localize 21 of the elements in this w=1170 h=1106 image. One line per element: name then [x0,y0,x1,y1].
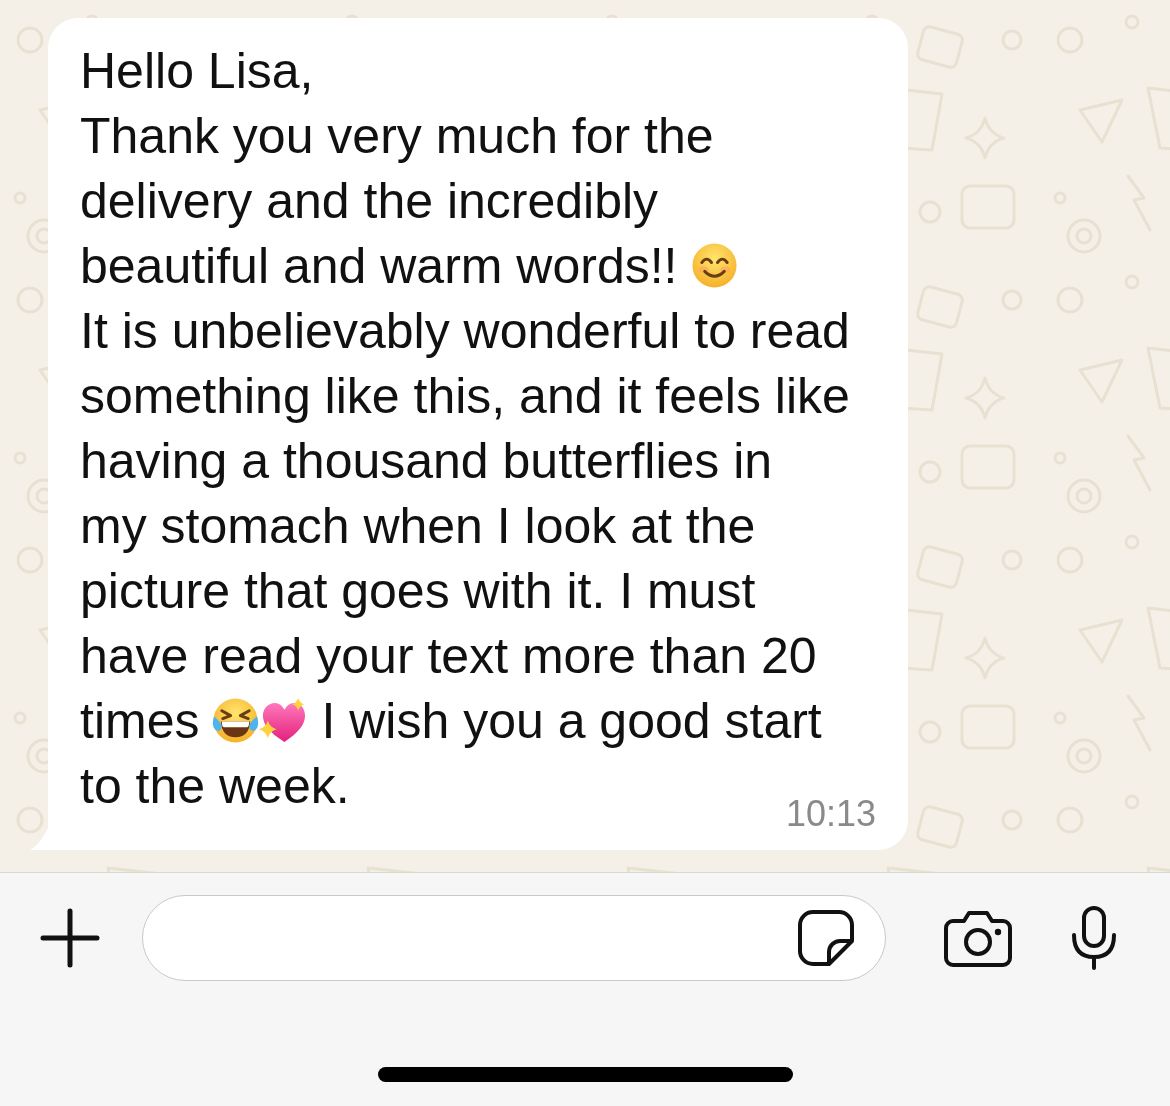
message-text: have read your text more than 20 [80,628,817,684]
message-text: something like this, and it feels like [80,368,850,424]
message-text: delivery and the incredibly [80,173,659,229]
message-text: having a thousand butterflies in [80,433,773,489]
message-text: times [80,693,200,749]
message-text: my stomach when I look at the [80,498,756,554]
sparkling-heart-icon [259,697,307,744]
message-text: Thank you very much for the [80,108,714,164]
message-text: It is unbelievably wonderful to read [80,303,850,359]
plus-icon[interactable] [40,908,100,968]
message-text: picture that goes with it. I must [80,563,756,619]
message-time: 10:13 [785,796,876,832]
microphone-icon[interactable] [1070,905,1118,971]
message-text: to the week. [80,758,350,814]
camera-icon[interactable] [944,909,1012,967]
message-text: Hello Lisa, [80,43,314,99]
sticker-icon[interactable] [797,909,855,967]
laughing-face-icon [212,697,260,744]
message-text: I wish you a good start [321,693,822,749]
smiling-face-icon [690,242,738,289]
message-text: beautiful and warm words!! [80,238,678,294]
